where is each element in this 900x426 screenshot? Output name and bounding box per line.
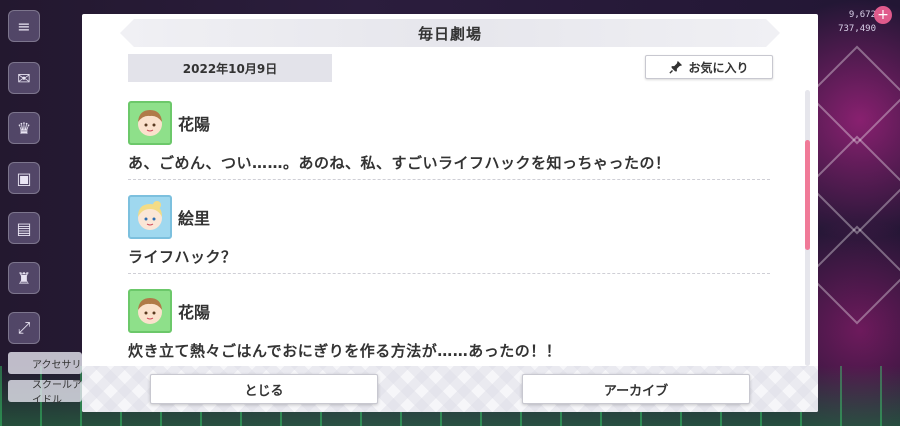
cup-icon[interactable]: ♜ [8, 262, 40, 294]
school-idol-tag[interactable]: スクールアイドル [8, 380, 82, 406]
hanayo-avatar-icon [128, 101, 172, 145]
menu-diamond[interactable] [807, 225, 900, 325]
entry-divider [128, 179, 770, 180]
menu-diamond[interactable] [807, 135, 900, 235]
speaker-name: 花陽 [178, 303, 211, 322]
stat-bottom: 737,490 [838, 24, 876, 34]
pin-icon [669, 60, 683, 74]
trophy-icon[interactable]: ♛ [8, 112, 40, 144]
dialogue-text: あ、ごめん、つい……。あのね、私、すごいライフハックを知っちゃったの！ [128, 154, 671, 172]
dialogue-log[interactable]: 花陽 あ、ごめん、つい……。あのね、私、すごいライフハックを知っちゃったの！ 絵… [128, 100, 774, 370]
speaker-name: 花陽 [178, 115, 211, 134]
accessory-tag[interactable]: アクセサリ [8, 352, 82, 374]
left-menu-rail: ≡ ✉ ♛ ▣ ▤ ♜ ⤢ アクセサリ スクールアイドル [0, 0, 82, 426]
dialogue-text: ライフハック？ [128, 248, 237, 266]
hanayo-face-icon [138, 110, 162, 136]
add-icon[interactable]: + [874, 6, 892, 24]
hanayo-avatar-icon [128, 289, 172, 333]
menu-diamond[interactable] [807, 45, 900, 145]
menu-icon[interactable]: ≡ [8, 10, 40, 42]
favorite-label: お気に入り [688, 60, 749, 75]
stat-top: 9,672 [848, 10, 876, 20]
dialog-title: 毎日劇場 [120, 19, 780, 47]
right-menu-rail: 9,672 737,490 + [807, 0, 900, 426]
favorite-button[interactable]: お気に入り [645, 55, 773, 79]
archive-button[interactable]: アーカイブ [522, 374, 750, 404]
fullscreen-icon[interactable]: ⤢ [8, 312, 40, 344]
gift-icon[interactable]: ▣ [8, 162, 40, 194]
dialogue-entry: 絵里 ライフハック？ [128, 194, 770, 274]
dialogue-entry: 花陽 あ、ごめん、つい……。あのね、私、すごいライフハックを知っちゃったの！ [128, 100, 770, 180]
eli-avatar-icon [128, 195, 172, 239]
chat-icon[interactable]: ✉ [8, 62, 40, 94]
scrollbar[interactable] [805, 90, 810, 366]
dialogue-entry: 花陽 炊き立て熱々ごはんでおにぎりを作る方法が……あったの！！ [128, 288, 770, 360]
speaker-name: 絵里 [178, 209, 211, 228]
daily-theater-dialog: 毎日劇場 2022年10月9日 お気に入り 花陽 あ、ごめん、つい……。あのね、… [82, 14, 818, 412]
date-label: 2022年10月9日 [128, 54, 332, 82]
hanayo-face-icon [138, 298, 162, 324]
scrollbar-thumb[interactable] [805, 140, 810, 250]
eli-face-icon [138, 201, 162, 230]
close-button[interactable]: とじる [150, 374, 378, 404]
dialogue-text: 炊き立て熱々ごはんでおにぎりを作る方法が……あったの！！ [128, 342, 562, 360]
entry-divider [128, 273, 770, 274]
card-icon[interactable]: ▤ [8, 212, 40, 244]
